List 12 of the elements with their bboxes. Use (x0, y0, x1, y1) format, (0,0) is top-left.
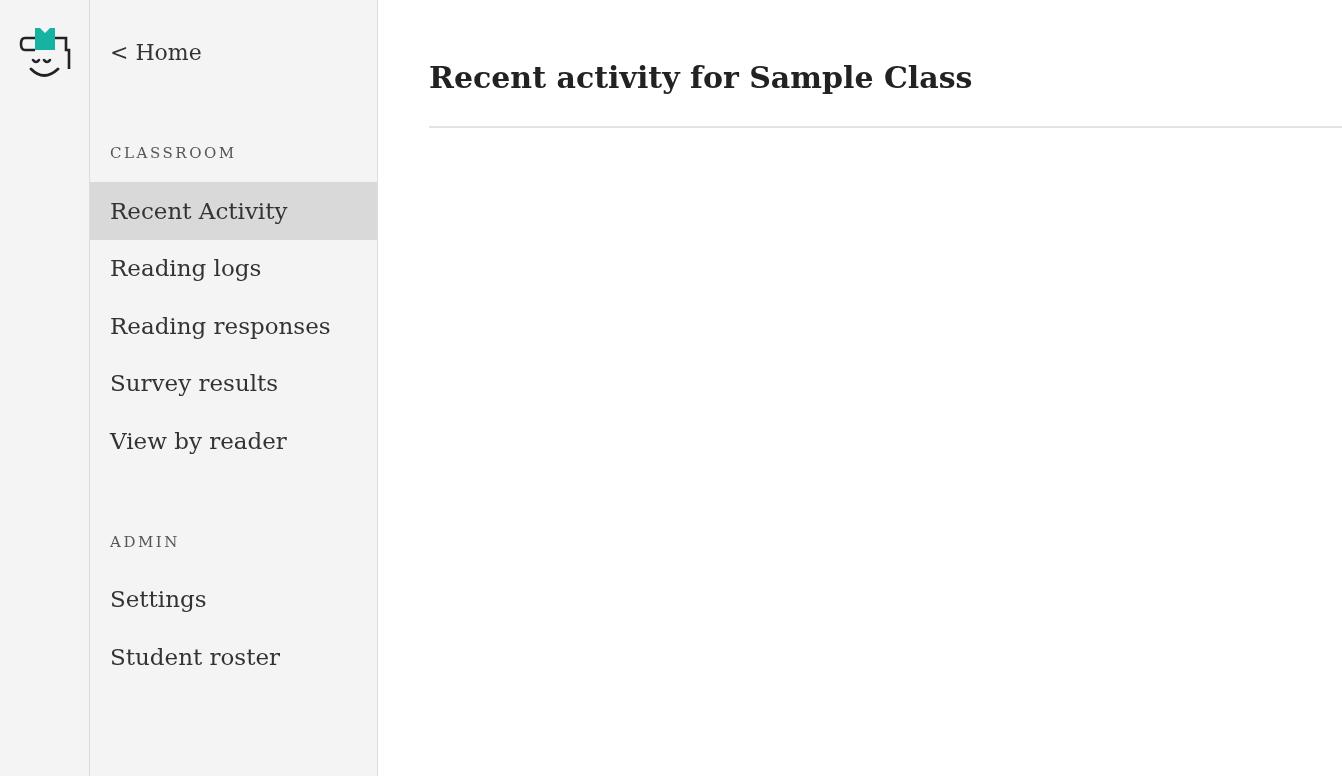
sidebar-nav-item[interactable]: Settings (90, 570, 377, 628)
sidebar-nav-item[interactable]: Reading logs (90, 239, 377, 297)
sidebar-nav-item[interactable]: Student roster (90, 628, 377, 686)
sidebar-nav-item[interactable]: Reading responses (90, 297, 377, 355)
section-heading: ADMIN (110, 531, 181, 553)
page-title: Recent activity for Sample Class (429, 59, 974, 97)
sidebar-nav-item[interactable]: Survey results (90, 354, 377, 412)
section-heading: CLASSROOM (110, 143, 237, 165)
home-link[interactable]: < Home (110, 35, 202, 69)
sidebar-nav-item[interactable]: Recent Activity (90, 182, 377, 240)
sidebar-nav-item[interactable]: View by reader (90, 412, 377, 470)
smiling-face-with-hat-logo-icon[interactable] (18, 27, 71, 79)
